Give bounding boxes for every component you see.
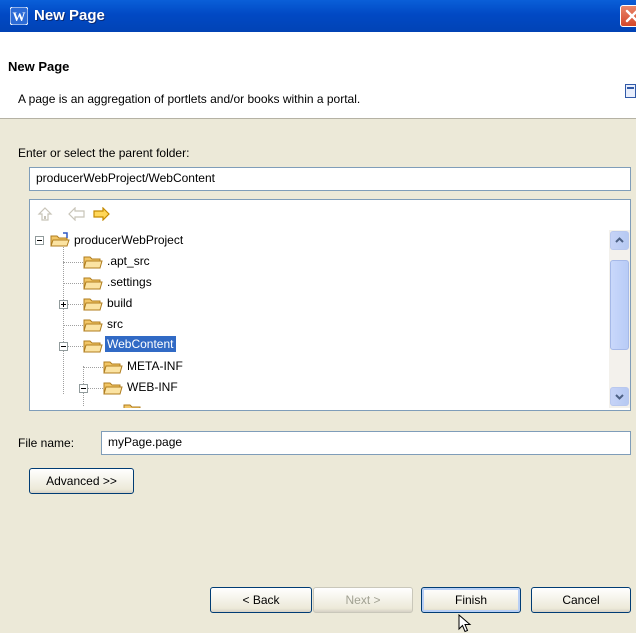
scroll-up-button[interactable] [610,231,629,250]
tree-item-producerwebproject[interactable]: producerWebProject [30,230,600,250]
scroll-up-icon [615,237,624,243]
tree-item-webcontent[interactable]: WebContent [30,335,600,355]
tree-item-apt-src[interactable]: .apt_src [30,251,600,271]
tree-item-label: .apt_src [107,254,150,268]
parent-folder-input[interactable]: producerWebProject/WebContent [29,167,631,191]
folder-icon [103,361,123,374]
finish-button[interactable]: Finish [421,587,521,613]
mouse-pointer-icon [458,614,472,633]
folder-icon [83,256,103,269]
folder-icon [123,404,141,408]
tree-item-partial [30,400,600,408]
wizard-banner: New Page A page is an aggregation of por… [0,32,636,119]
parent-folder-label: Enter or select the parent folder: [18,146,190,160]
tree-item-label: WebContent [105,336,176,352]
close-button[interactable] [620,5,636,27]
svg-text:W: W [13,9,26,24]
back-arrow-icon[interactable] [68,207,86,221]
file-name-label: File name: [18,436,75,450]
tree-item-label: producerWebProject [74,233,184,247]
tree-nav-toolbar [30,200,610,228]
page-wizard-icon [625,84,636,98]
banner-title: New Page [8,59,70,74]
folder-icon [83,319,103,332]
tree-item-label: src [107,317,123,331]
project-folder-icon [50,232,70,247]
cancel-button[interactable]: Cancel [531,587,631,613]
tree-item-build[interactable]: build [30,293,600,313]
banner-description: A page is an aggregation of portlets and… [18,92,361,106]
tree-item-label: META-INF [127,359,183,373]
folder-icon [83,340,103,353]
collapse-toggle[interactable] [79,384,88,393]
new-page-dialog: W New Page New Page A page is an aggrega… [0,0,636,633]
weblogic-w-icon: W [10,7,28,25]
title-bar[interactable]: W New Page [0,0,636,32]
tree-item-web-inf[interactable]: WEB-INF [30,377,600,397]
go-up-icon[interactable] [37,206,53,222]
collapse-toggle[interactable] [59,342,68,351]
file-name-input[interactable]: myPage.page [101,431,631,455]
expand-toggle[interactable] [59,300,68,309]
folder-icon [83,277,103,290]
next-button[interactable]: Next > [313,587,413,613]
folder-icon [103,382,123,395]
folder-icon [83,298,103,311]
scroll-down-icon [615,394,624,400]
tree-item-label: .settings [107,275,152,289]
folder-tree[interactable]: producerWebProject .apt_src .settings bu… [30,230,608,408]
tree-item-src[interactable]: src [30,314,600,334]
tree-item-label: build [107,296,133,310]
scroll-down-button[interactable] [610,387,629,406]
forward-arrow-icon[interactable] [92,207,110,221]
collapse-toggle[interactable] [35,236,44,245]
advanced-button[interactable]: Advanced >> [29,468,134,494]
tree-item-settings[interactable]: .settings [30,272,600,292]
folder-tree-panel: producerWebProject .apt_src .settings bu… [29,199,631,411]
window-title: New Page [34,7,105,24]
scrollbar-thumb[interactable] [610,260,629,350]
close-icon [625,9,636,23]
tree-item-meta-inf[interactable]: META-INF [30,356,600,376]
back-button[interactable]: < Back [210,587,312,613]
tree-item-label: WEB-INF [127,380,178,394]
tree-vertical-scrollbar[interactable] [609,230,630,408]
